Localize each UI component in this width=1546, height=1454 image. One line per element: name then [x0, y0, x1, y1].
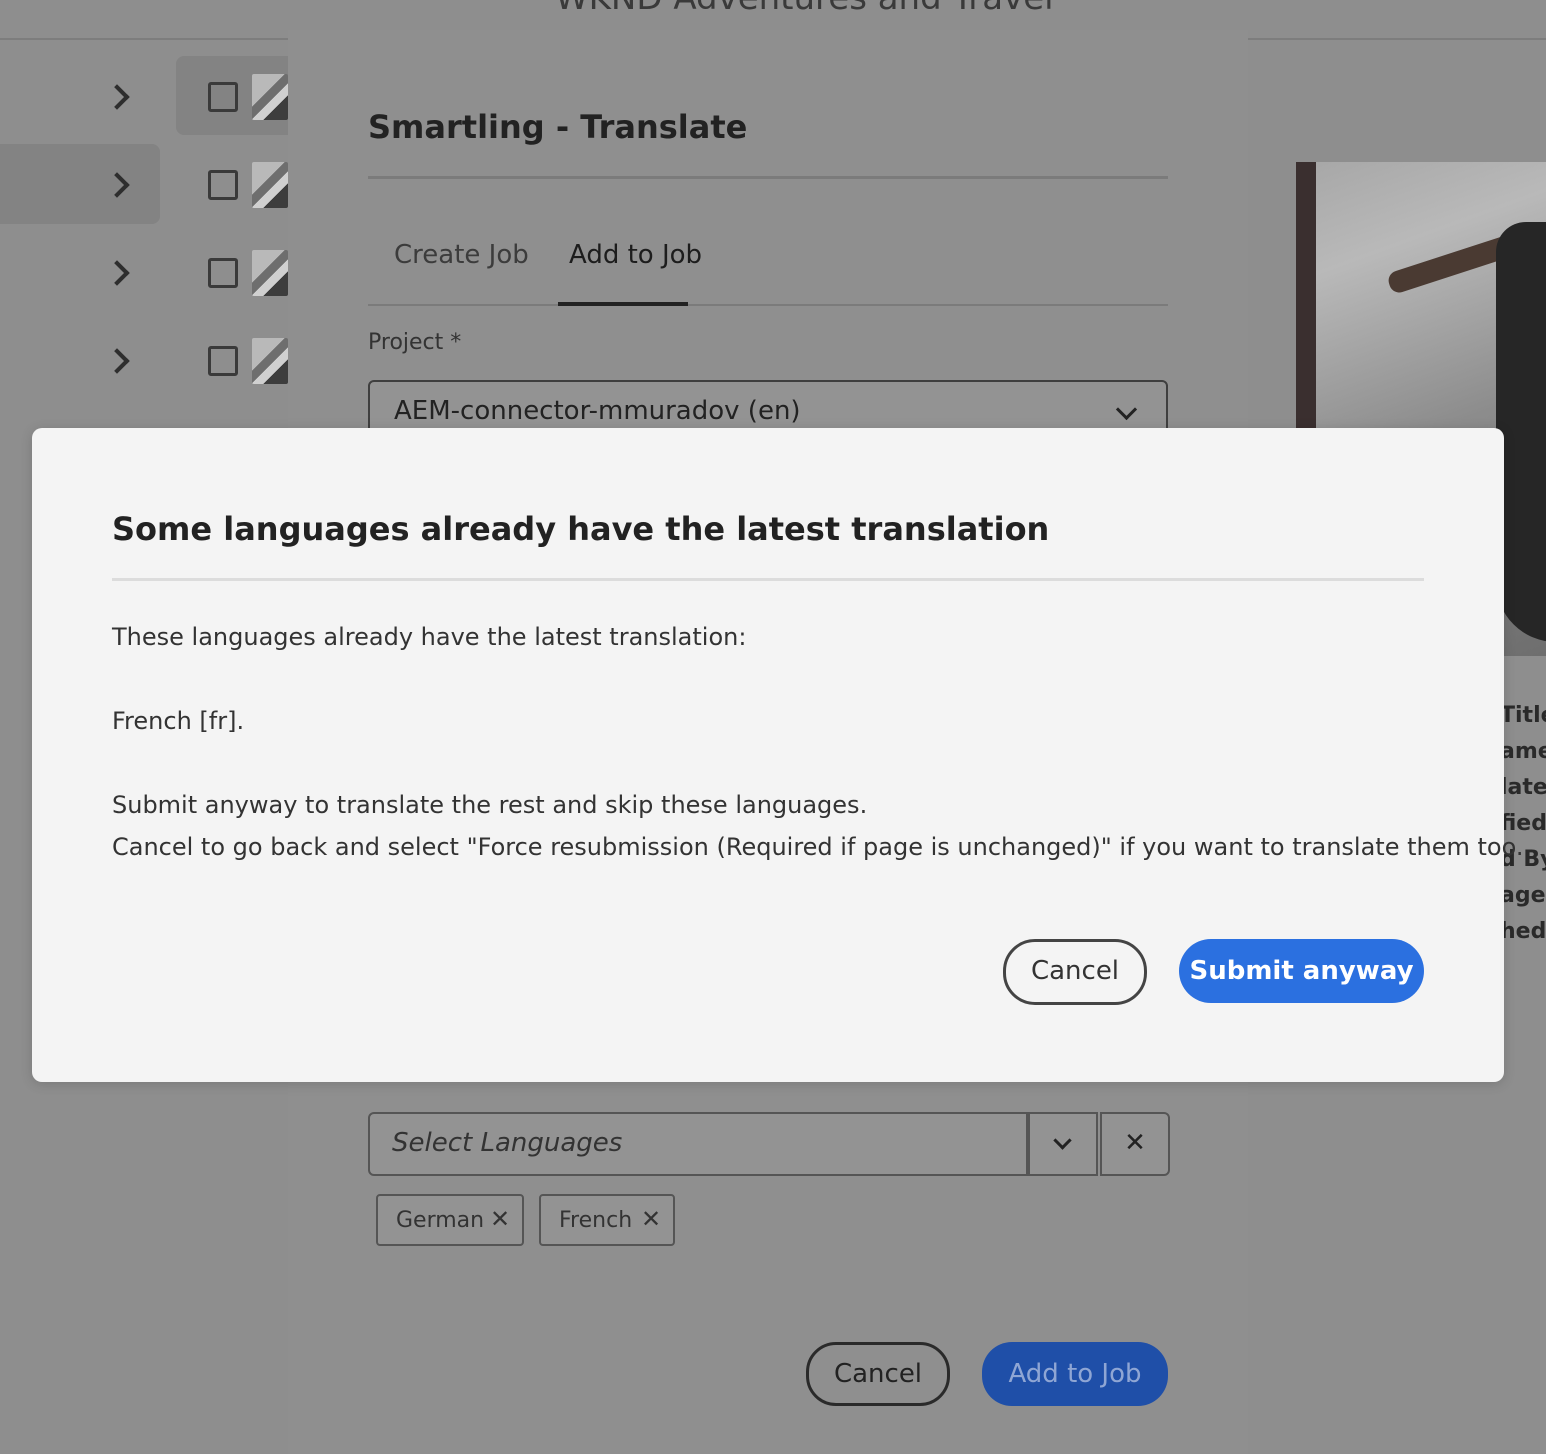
language-chip-french: French ✕ [539, 1194, 675, 1246]
dialog-body: These languages already have the latest … [112, 616, 1524, 868]
add-to-job-button[interactable]: Add to Job [982, 1342, 1168, 1406]
chip-label: German [396, 1208, 485, 1233]
row-checkbox[interactable] [208, 170, 238, 200]
active-tab-indicator [558, 302, 688, 306]
dialog-text: These languages already have the latest … [112, 623, 747, 651]
submit-anyway-button[interactable]: Submit anyway [1179, 939, 1424, 1003]
tree-row-selected-bg [0, 144, 160, 224]
cancel-button[interactable]: Cancel [1003, 939, 1147, 1005]
tab-create-job[interactable]: Create Job [394, 240, 529, 270]
page-thumbnail [252, 162, 288, 208]
languages-clear-button[interactable]: ✕ [1100, 1112, 1170, 1176]
divider [112, 578, 1424, 581]
close-icon: ✕ [1124, 1128, 1146, 1158]
page-thumbnail [252, 74, 288, 120]
language-chip-german: German ✕ [376, 1194, 524, 1246]
languages-input[interactable]: Select Languages [368, 1112, 1028, 1176]
page-thumbnail [252, 338, 288, 384]
divider [368, 304, 1168, 306]
confirmation-dialog: Some languages already have the latest t… [32, 428, 1524, 1082]
metadata-label: Title [1500, 703, 1546, 728]
metadata-labels: Title ame late fied d By age hed [1500, 698, 1546, 950]
divider [368, 176, 1168, 179]
languages-dropdown-button[interactable] [1028, 1112, 1098, 1176]
panel-title: Smartling - Translate [368, 108, 748, 146]
project-select-value: AEM-connector-mmuradov (en) [394, 396, 801, 426]
dialog-text: Cancel to go back and select "Force resu… [112, 833, 1524, 861]
page-thumbnail [252, 250, 288, 296]
languages-placeholder: Select Languages [392, 1128, 623, 1158]
chevron-right-icon[interactable] [104, 84, 130, 110]
metadata-label: hed [1500, 919, 1546, 944]
page-header-title: WKND Adventures and Travel [555, 0, 1054, 18]
chevron-down-icon [1115, 398, 1138, 421]
dialog-title: Some languages already have the latest t… [112, 510, 1050, 548]
project-label: Project * [368, 330, 462, 355]
chevron-right-icon[interactable] [104, 348, 130, 374]
metadata-label: late [1500, 775, 1546, 800]
dialog-text: Submit anyway to translate the rest and … [112, 791, 868, 819]
tab-add-to-job[interactable]: Add to Job [569, 240, 702, 270]
chip-label: French [559, 1208, 633, 1233]
close-icon[interactable]: ✕ [641, 1205, 661, 1233]
row-checkbox[interactable] [208, 258, 238, 288]
dialog-language-list: French [fr]. [112, 707, 245, 735]
row-checkbox[interactable] [208, 82, 238, 112]
row-checkbox[interactable] [208, 346, 238, 376]
metadata-label: age [1500, 883, 1546, 908]
panel-cancel-button[interactable]: Cancel [806, 1342, 950, 1406]
close-icon[interactable]: ✕ [490, 1205, 510, 1233]
chevron-down-icon [1053, 1131, 1072, 1150]
chevron-right-icon[interactable] [104, 260, 130, 286]
metadata-label: ame [1500, 739, 1546, 764]
content-tree [0, 40, 290, 460]
